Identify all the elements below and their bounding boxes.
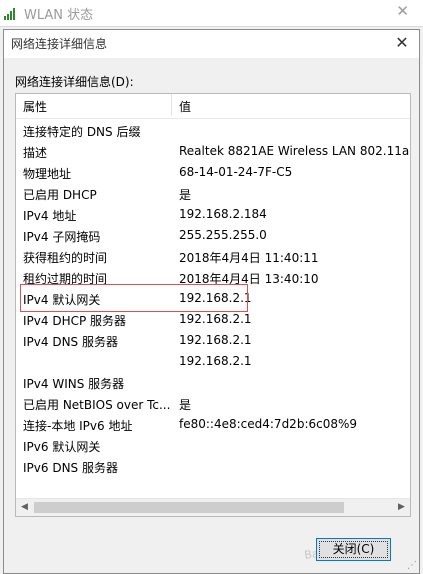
dialog-title: 网络连接详细信息 (11, 37, 108, 51)
dialog-titlebar: 网络连接详细信息 ✕ (4, 30, 419, 58)
row-value: 192.168.2.1 (179, 312, 252, 326)
table-row[interactable]: 已启用 NetBIOS over Tc... 是 (16, 393, 410, 414)
background-window-title: WLAN 状态 (24, 8, 94, 23)
row-value: 2018年4月4日 13:40:10 (179, 272, 319, 286)
table-row[interactable]: IPv6 默认网关 (16, 435, 410, 456)
row-value: 2018年4月4日 11:40:11 (179, 251, 319, 265)
row-property: 租约过期的时间 (23, 272, 108, 286)
close-button[interactable]: 关闭(C) (316, 538, 391, 561)
details-section-label: 网络连接详细信息(D): (15, 75, 134, 89)
background-window-titlebar: WLAN 状态 ✕ (0, 0, 423, 27)
table-row[interactable]: 物理地址 68-14-01-24-7F-C5 (16, 162, 410, 183)
row-property: IPv4 默认网关 (23, 293, 101, 307)
table-row[interactable]: 已启用 DHCP 是 (16, 183, 410, 204)
table-row[interactable]: 描述 Realtek 8821AE Wireless LAN 802.11ac (16, 141, 410, 162)
column-header-value[interactable]: 值 (179, 98, 191, 115)
row-value: 192.168.2.1 (179, 354, 252, 368)
scrollbar-thumb[interactable] (34, 502, 344, 513)
scroll-left-arrow-icon[interactable]: ◀ (16, 499, 33, 516)
horizontal-scrollbar[interactable]: ◀ ▶ (16, 498, 410, 516)
focus-rectangle (319, 541, 388, 558)
row-value: fe80::4e8:ced4:7d2b:6c08%9 (179, 417, 358, 431)
table-row[interactable]: IPv4 默认网关 192.168.2.1 (16, 288, 410, 309)
row-property: IPv4 WINS 服务器 (23, 377, 125, 391)
table-row[interactable]: 192.168.2.1 (16, 351, 410, 372)
row-property: 获得租约的时间 (23, 251, 108, 265)
dialog-close-icon[interactable]: ✕ (391, 32, 413, 54)
table-row[interactable]: IPv4 子网掩码 255.255.255.0 (16, 225, 410, 246)
row-value: 192.168.2.1 (179, 333, 252, 347)
row-property: IPv4 DHCP 服务器 (23, 314, 127, 328)
table-row[interactable]: IPv4 DHCP 服务器 192.168.2.1 (16, 309, 410, 330)
column-header-property[interactable]: 属性 (23, 98, 47, 115)
row-value: 是 (179, 188, 192, 202)
row-property: IPv6 DNS 服务器 (23, 461, 118, 475)
row-property: IPv4 地址 (23, 209, 77, 223)
table-row[interactable]: 连接-本地 IPv6 地址 fe80::4e8:ced4:7d2b:6c08%9 (16, 414, 410, 435)
table-row[interactable]: 获得租约的时间 2018年4月4日 11:40:11 (16, 246, 410, 267)
details-listview[interactable]: 属性 值 连接特定的 DNS 后缀 描述 Realtek 8821AE Wire… (15, 93, 411, 517)
table-row[interactable]: 租约过期的时间 2018年4月4日 13:40:10 (16, 267, 410, 288)
row-property: IPv6 默认网关 (23, 440, 101, 454)
table-row[interactable]: IPv4 地址 192.168.2.184 (16, 204, 410, 225)
wifi-signal-icon (4, 6, 20, 20)
row-property: 已启用 DHCP (23, 188, 97, 202)
row-property: IPv4 DNS 服务器 (23, 335, 118, 349)
row-value: 是 (179, 398, 192, 412)
row-value: 255.255.255.0 (179, 228, 267, 242)
row-property: 物理地址 (23, 167, 72, 181)
row-value: 192.168.2.184 (179, 207, 267, 221)
table-row[interactable]: IPv4 DNS 服务器 192.168.2.1 (16, 330, 410, 351)
background-window-close-icon[interactable]: ✕ (396, 2, 409, 20)
column-divider[interactable] (171, 94, 172, 116)
row-property: 已启用 NetBIOS over Tc... (23, 398, 171, 412)
row-property: 连接-本地 IPv6 地址 (23, 419, 133, 433)
row-property: IPv4 子网掩码 (23, 230, 101, 244)
list-header: 属性 值 (16, 94, 410, 119)
row-property: 描述 (23, 146, 48, 160)
table-row[interactable]: IPv4 WINS 服务器 (16, 372, 410, 393)
row-value: Realtek 8821AE Wireless LAN 802.11ac (179, 144, 411, 158)
network-details-dialog: 网络连接详细信息 ✕ 网络连接详细信息(D): 属性 值 连接特定的 DNS 后… (3, 29, 420, 574)
scroll-right-arrow-icon[interactable]: ▶ (393, 499, 410, 516)
table-row[interactable]: IPv6 DNS 服务器 (16, 456, 410, 477)
row-property: 连接特定的 DNS 后缀 (23, 125, 141, 139)
resize-grip-icon[interactable]: ⋰ (407, 560, 417, 571)
row-value: 192.168.2.1 (179, 291, 252, 305)
row-value: 68-14-01-24-7F-C5 (179, 165, 293, 179)
table-row[interactable]: 连接特定的 DNS 后缀 (16, 120, 410, 141)
